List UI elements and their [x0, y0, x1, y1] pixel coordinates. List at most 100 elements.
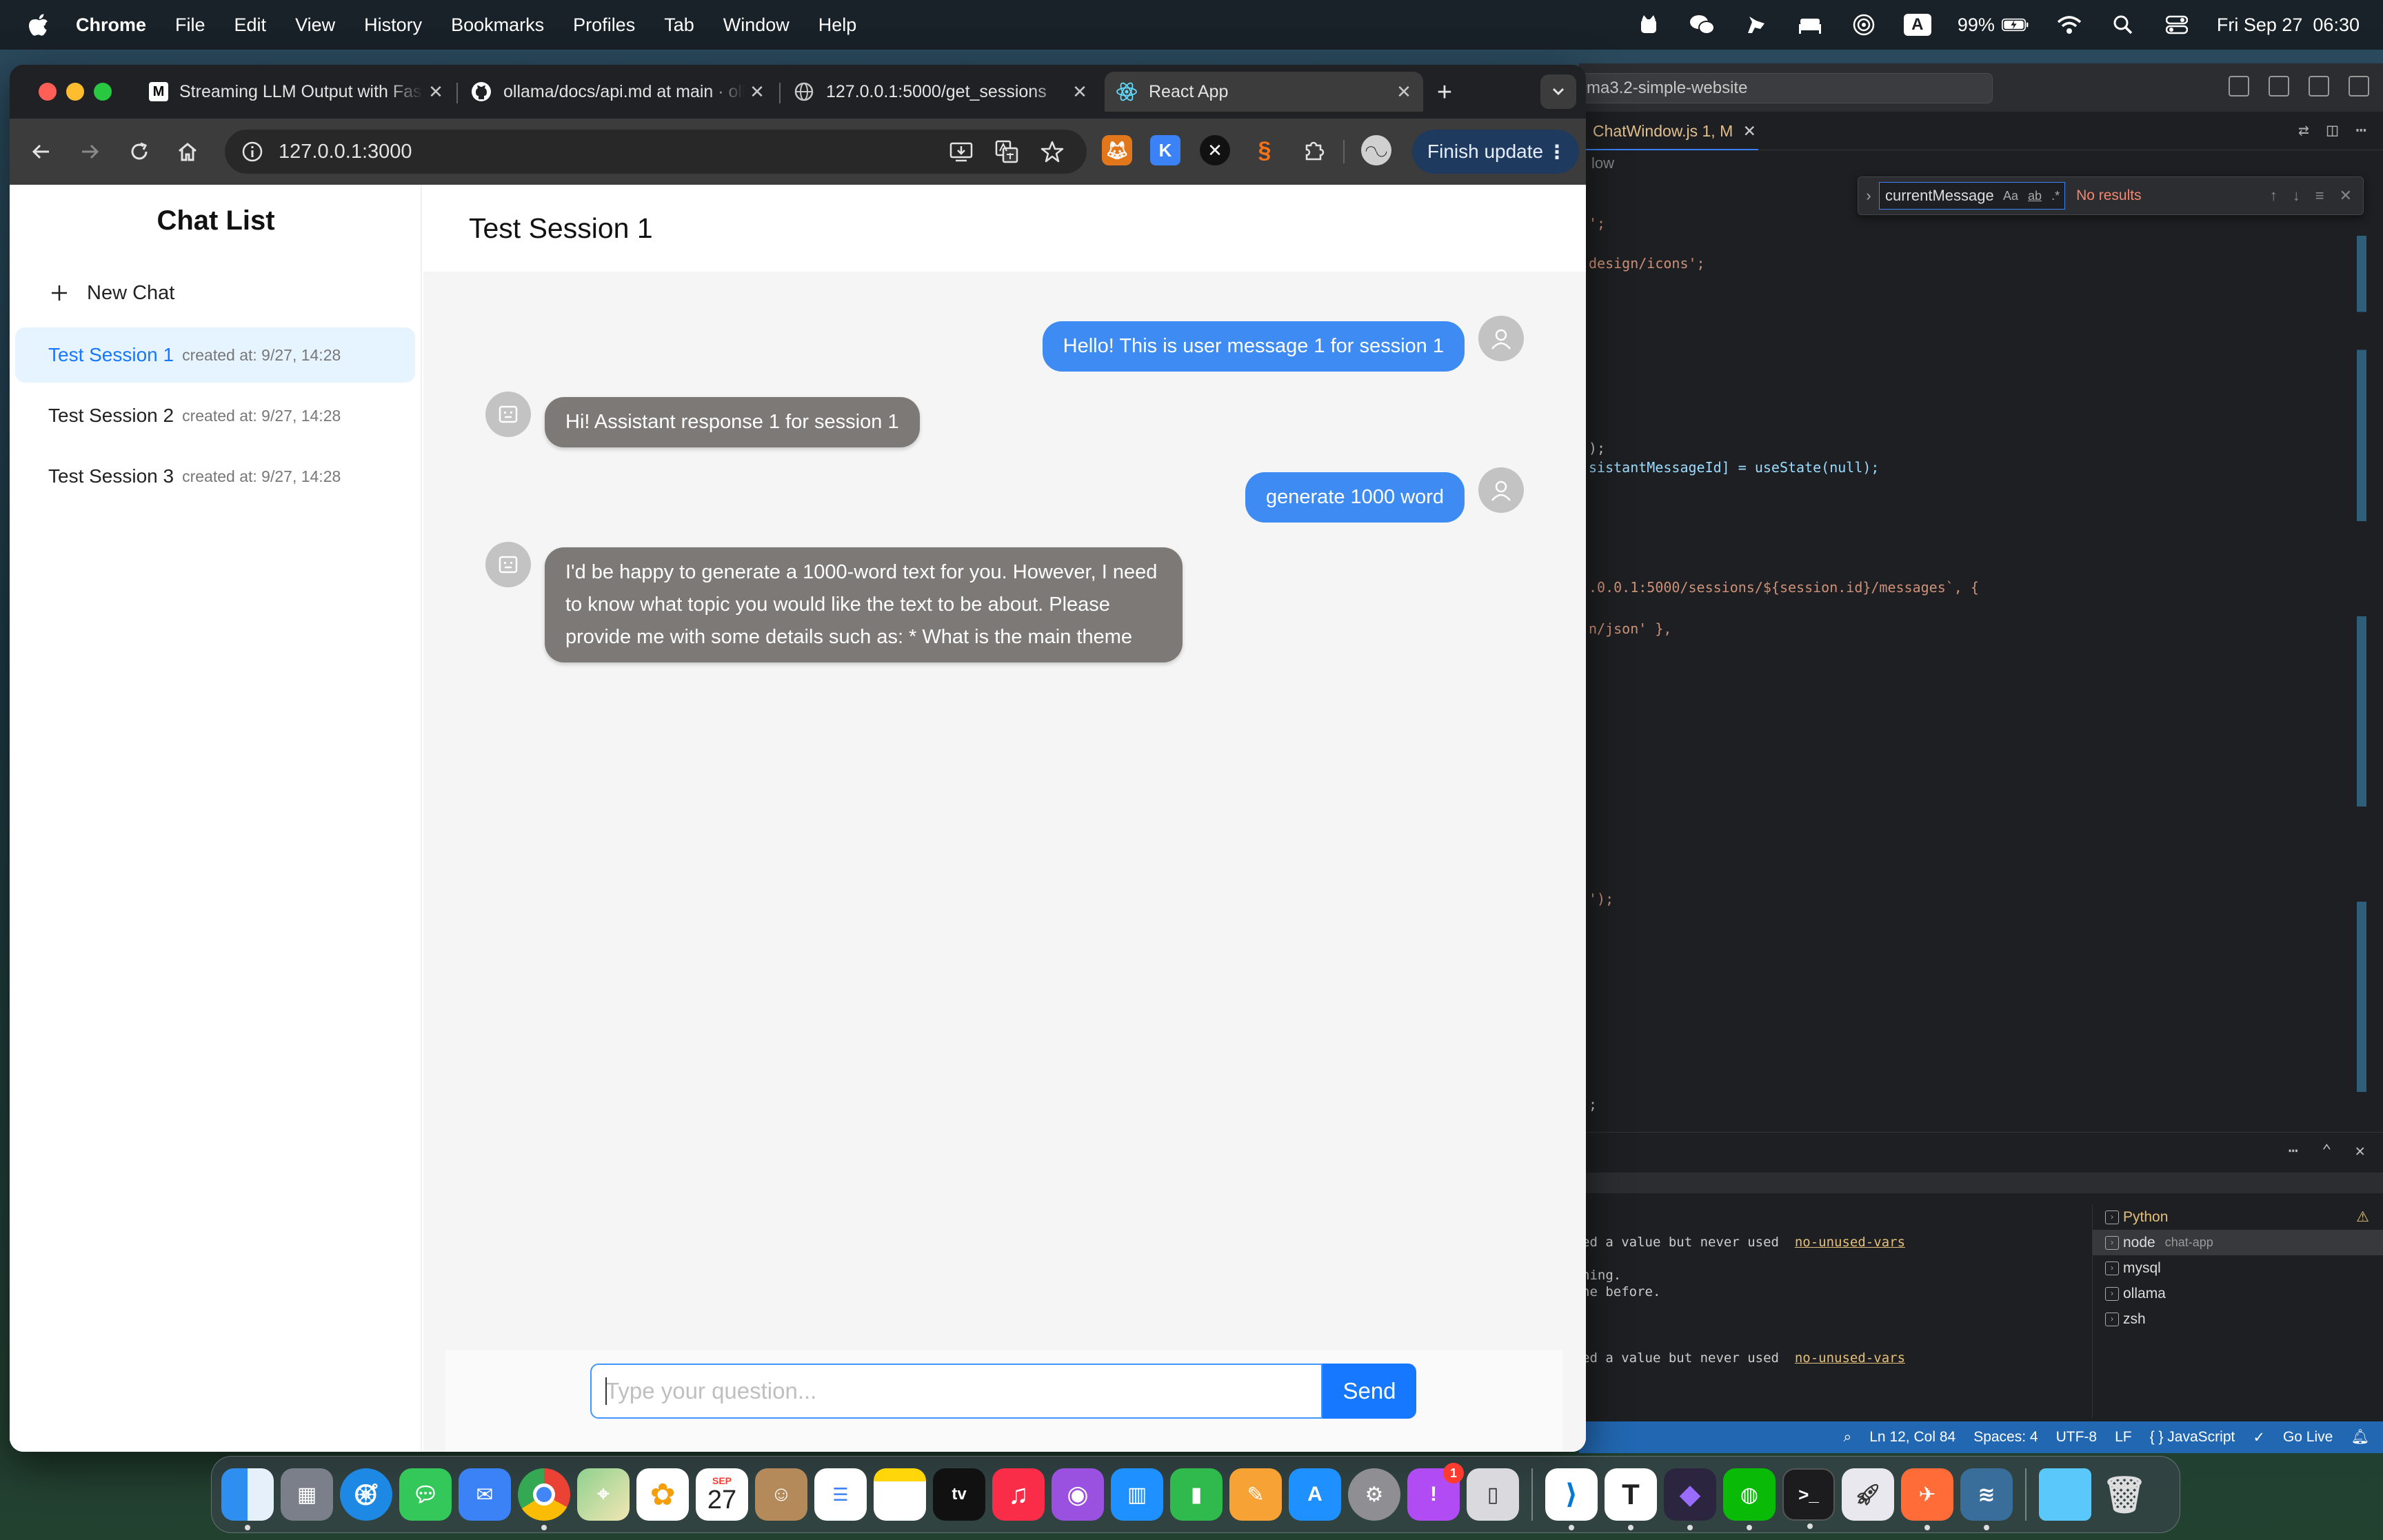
finder-icon[interactable] — [221, 1468, 274, 1530]
previous-match-icon[interactable]: ↑ — [2270, 187, 2278, 205]
music-icon[interactable]: ♫ — [992, 1468, 1045, 1521]
menu-help[interactable]: Help — [818, 14, 857, 36]
close-icon[interactable]: ✕ — [423, 81, 448, 103]
tab-react-app[interactable]: React App ✕ — [1105, 72, 1423, 112]
menu-tab[interactable]: Tab — [664, 14, 694, 36]
reload-button[interactable] — [123, 135, 156, 168]
menu-view[interactable]: View — [295, 14, 335, 36]
maps-icon[interactable]: ⌖ — [577, 1468, 630, 1521]
lint-rule-link[interactable]: no-unused-vars — [1795, 1235, 1905, 1250]
calendar-icon[interactable]: SEP 27 — [696, 1468, 748, 1521]
session-item[interactable]: Test Session 1 created at: 9/27, 14:28 — [15, 327, 415, 383]
launchpad-icon[interactable]: ▦ — [281, 1468, 333, 1521]
toggle-secondary-sidebar-icon[interactable] — [2309, 76, 2329, 97]
wechat-status-icon[interactable] — [1689, 11, 1716, 39]
podcasts-icon[interactable]: ◉ — [1052, 1468, 1104, 1521]
input-source-icon[interactable]: A — [1903, 14, 1931, 36]
wifi-icon[interactable] — [2055, 11, 2083, 39]
find-in-selection-icon[interactable]: ≡ — [2315, 187, 2324, 205]
site-info-icon[interactable] — [239, 138, 266, 165]
downloads-folder-icon[interactable] — [2039, 1468, 2091, 1521]
toggle-sidebar-icon[interactable] — [2229, 76, 2249, 97]
menu-edit[interactable]: Edit — [234, 14, 267, 36]
close-icon[interactable]: ✕ — [745, 81, 770, 103]
maximize-panel-icon[interactable]: ⌃ — [2322, 1141, 2331, 1160]
terminal-item-python[interactable]: › Python ⚠ — [2093, 1204, 2383, 1230]
battery-icon[interactable] — [2001, 11, 2029, 39]
language-mode[interactable]: { } JavaScript — [2150, 1429, 2235, 1446]
menu-profiles[interactable]: Profiles — [573, 14, 635, 36]
wechat-icon[interactable]: ◍ — [1723, 1468, 1776, 1530]
numbers-icon[interactable]: ▮ — [1170, 1468, 1223, 1521]
iphone-mirroring-icon[interactable]: ▯ — [1467, 1468, 1519, 1521]
next-match-icon[interactable]: ↓ — [2293, 187, 2300, 205]
cat-status-icon[interactable] — [1635, 11, 1662, 39]
bookmark-star-icon[interactable] — [1038, 138, 1066, 165]
session-item[interactable]: Test Session 2 created at: 9/27, 14:28 — [15, 388, 415, 443]
safari-icon[interactable]: 🧭︎ — [340, 1468, 392, 1521]
app-store-icon[interactable]: A — [1289, 1468, 1341, 1521]
address-bar[interactable]: 127.0.0.1:3000 — [225, 130, 1087, 174]
menu-chrome[interactable]: Chrome — [76, 14, 146, 36]
x-extension-icon[interactable]: ✕ — [1200, 135, 1230, 165]
close-panel-icon[interactable]: ✕ — [2355, 1141, 2365, 1160]
photos-icon[interactable]: ✿ — [636, 1468, 689, 1521]
notifications-icon[interactable]: 🔔︎ — [2351, 1429, 2369, 1446]
terminal-item-node[interactable]: › node chat-app — [2093, 1230, 2383, 1255]
home-button[interactable] — [171, 135, 204, 168]
zoom-window-button[interactable] — [94, 83, 112, 101]
reminders-icon[interactable]: ☰ — [814, 1468, 867, 1521]
editor-tab-chatwindow[interactable]: ChatWindow.js 1, M ✕ — [1579, 112, 1758, 150]
regex-icon[interactable]: .* — [2051, 189, 2060, 203]
system-settings-icon[interactable]: ⚙ — [1348, 1468, 1400, 1521]
s-extension-icon[interactable]: § — [1249, 135, 1280, 165]
go-live-button[interactable]: Go Live — [2283, 1429, 2333, 1446]
metamask-extension-icon[interactable]: 🦊︎ — [1102, 135, 1132, 165]
more-actions-icon[interactable]: ⋯ — [2355, 120, 2366, 141]
airdrop-status-icon[interactable] — [1850, 11, 1878, 39]
tab-search-button[interactable] — [1540, 74, 1576, 109]
terminal-item-ollama[interactable]: › ollama — [2093, 1281, 2383, 1306]
rocket-app-icon[interactable]: 🚀︎ — [1842, 1468, 1894, 1521]
typora-icon[interactable]: T — [1605, 1468, 1657, 1530]
lint-rule-link[interactable]: no-unused-vars — [1795, 1350, 1905, 1366]
bed-status-icon[interactable] — [1796, 11, 1824, 39]
apple-tv-icon[interactable]: tv — [933, 1468, 985, 1521]
menu-file[interactable]: File — [175, 14, 205, 36]
cursor-position[interactable]: Ln 12, Col 84 — [1869, 1429, 1955, 1446]
menu-history[interactable]: History — [364, 14, 422, 36]
messages-icon[interactable]: 💬︎ — [399, 1468, 452, 1521]
mysql-workbench-icon[interactable]: ≋ — [1960, 1468, 2013, 1530]
tab-get-sessions[interactable]: 127.0.0.1:5000/get_sessions ✕ — [782, 72, 1099, 112]
close-icon[interactable]: ✕ — [1067, 81, 1092, 103]
match-word-icon[interactable]: ab — [2028, 189, 2042, 203]
clock[interactable]: Fri Sep 27 06:30 — [2217, 14, 2360, 36]
notes-icon[interactable] — [874, 1468, 926, 1521]
translate-icon[interactable] — [993, 138, 1020, 165]
back-button[interactable] — [25, 135, 58, 168]
terminal-icon[interactable]: >_ — [1782, 1468, 1835, 1529]
editor-scrollbar[interactable] — [2357, 236, 2366, 1187]
indentation[interactable]: Spaces: 4 — [1973, 1429, 2038, 1446]
split-editor-icon[interactable]: ◫ — [2327, 120, 2338, 141]
obsidian-icon[interactable]: ◆ — [1664, 1468, 1716, 1530]
vscode-icon[interactable]: ⟩ — [1545, 1468, 1598, 1530]
terminal-item-mysql[interactable]: › mysql — [2093, 1255, 2383, 1281]
trash-icon[interactable]: 🗑︎ — [2098, 1468, 2151, 1521]
finish-update-button[interactable]: Finish update ⋮ — [1412, 130, 1579, 174]
vscode-command-center[interactable]: ma3.2-simple-website — [1579, 73, 1993, 103]
compare-changes-icon[interactable]: ⇄ — [2298, 120, 2309, 141]
postman-icon[interactable]: ✈ — [1901, 1468, 1953, 1530]
tab-medium[interactable]: M Streaming LLM Output with FastAPI ✕ — [138, 72, 455, 112]
mail-icon[interactable]: ✉ — [459, 1468, 511, 1521]
more-actions-icon[interactable]: ⋯ — [2289, 1141, 2298, 1160]
new-tab-button[interactable]: + — [1429, 77, 1460, 109]
forward-button[interactable] — [73, 135, 106, 168]
terminal-item-zsh[interactable]: › zsh — [2093, 1306, 2383, 1332]
customize-layout-icon[interactable] — [2349, 76, 2369, 97]
question-input[interactable]: Type your question... — [590, 1364, 1323, 1419]
feedback-icon[interactable]: ! 1 — [1407, 1463, 1464, 1521]
end-of-line[interactable]: LF — [2115, 1429, 2132, 1446]
toggle-replace-icon[interactable]: › — [1858, 187, 1879, 205]
prettier-icon[interactable]: ✓ — [2253, 1429, 2265, 1446]
